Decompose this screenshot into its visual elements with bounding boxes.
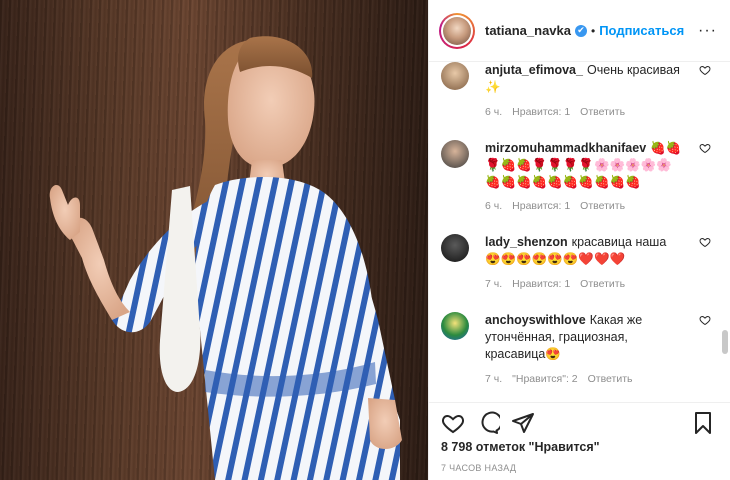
- subscribe-button[interactable]: Подписаться: [599, 23, 684, 38]
- reply-button[interactable]: Ответить: [588, 373, 633, 385]
- header-separator: •: [591, 23, 596, 38]
- commenter-avatar[interactable]: [441, 234, 469, 262]
- comments-list[interactable]: anjuta_efimova_ Очень красивая ✨ 6 ч. Нра…: [429, 62, 730, 402]
- comment-age: 6 ч.: [485, 106, 503, 118]
- comment-likes-count[interactable]: "Нравится": 2: [512, 373, 577, 385]
- woman-in-striped-dress-image: [49, 36, 402, 480]
- comments-scrollbar[interactable]: [722, 330, 728, 354]
- commenter-avatar[interactable]: [441, 62, 469, 90]
- reply-button[interactable]: Ответить: [580, 278, 625, 290]
- comment-username[interactable]: lady_shenzon: [485, 235, 568, 249]
- comment-body: anjuta_efimova_ Очень красивая ✨: [485, 62, 685, 96]
- post-header: tatiana_navka ✔ • Подписаться ···: [429, 0, 730, 62]
- comment-likes-count[interactable]: Нравится: 1: [512, 278, 570, 290]
- comment-username[interactable]: mirzomuhammadkhanifaev: [485, 141, 646, 155]
- author-avatar[interactable]: [439, 12, 475, 49]
- comment-username[interactable]: anjuta_efimova_: [485, 63, 583, 77]
- comment-meta: 6 ч. Нравится: 1 Ответить: [485, 200, 625, 212]
- commenter-avatar[interactable]: [441, 312, 469, 340]
- comment-likes-count[interactable]: Нравится: 1: [512, 200, 570, 212]
- comment-meta: 7 ч. Нравится: 1 Ответить: [485, 278, 625, 290]
- more-options-icon[interactable]: ···: [698, 22, 717, 40]
- reply-button[interactable]: Ответить: [580, 106, 625, 118]
- post-actions-bar: [429, 402, 730, 442]
- comment-meta: 7 ч. "Нравится": 2 Ответить: [485, 373, 633, 385]
- like-comment-heart-icon[interactable]: [699, 314, 711, 326]
- bookmark-icon[interactable]: [691, 411, 715, 435]
- comment-body: mirzomuhammadkhanifaev 🍓🍓🌹🍓🍓🌹🌹🌹🌹🌸🌸🌸🌸🌸🍓🍓🍓🍓…: [485, 140, 685, 191]
- comment-body: lady_shenzon красавица наша 😍😍😍😍😍😍❤️❤️❤️: [485, 234, 685, 268]
- post-timestamp[interactable]: 7 ЧАСОВ НАЗАД: [441, 463, 516, 473]
- heart-icon[interactable]: [441, 411, 465, 435]
- post-sidebar: tatiana_navka ✔ • Подписаться ··· anjuta…: [428, 0, 730, 480]
- avatar-image: [443, 16, 471, 45]
- comment-age: 7 ч.: [485, 373, 503, 385]
- post-viewer: tatiana_navka ✔ • Подписаться ··· anjuta…: [0, 0, 730, 480]
- avatar-inner: [441, 14, 473, 47]
- comment-body: anchoyswithlove Какая же утончённая, грац…: [485, 312, 685, 363]
- author-username[interactable]: tatiana_navka: [485, 23, 571, 38]
- comment-likes-count[interactable]: Нравится: 1: [512, 106, 570, 118]
- comment-meta: 6 ч. Нравится: 1 Ответить: [485, 106, 625, 118]
- like-comment-heart-icon[interactable]: [699, 64, 711, 76]
- post-photo[interactable]: [0, 0, 428, 480]
- comment-age: 7 ч.: [485, 278, 503, 290]
- comment-username[interactable]: anchoyswithlove: [485, 313, 586, 327]
- like-comment-heart-icon[interactable]: [699, 236, 711, 248]
- likes-count[interactable]: 8 798 отметок "Нравится": [441, 440, 600, 454]
- share-icon[interactable]: [511, 411, 535, 435]
- verified-badge-icon: ✔: [575, 24, 587, 37]
- commenter-avatar[interactable]: [441, 140, 469, 168]
- reply-button[interactable]: Ответить: [580, 200, 625, 212]
- like-comment-heart-icon[interactable]: [699, 142, 711, 154]
- comment-age: 6 ч.: [485, 200, 503, 212]
- comment-icon[interactable]: [476, 411, 500, 435]
